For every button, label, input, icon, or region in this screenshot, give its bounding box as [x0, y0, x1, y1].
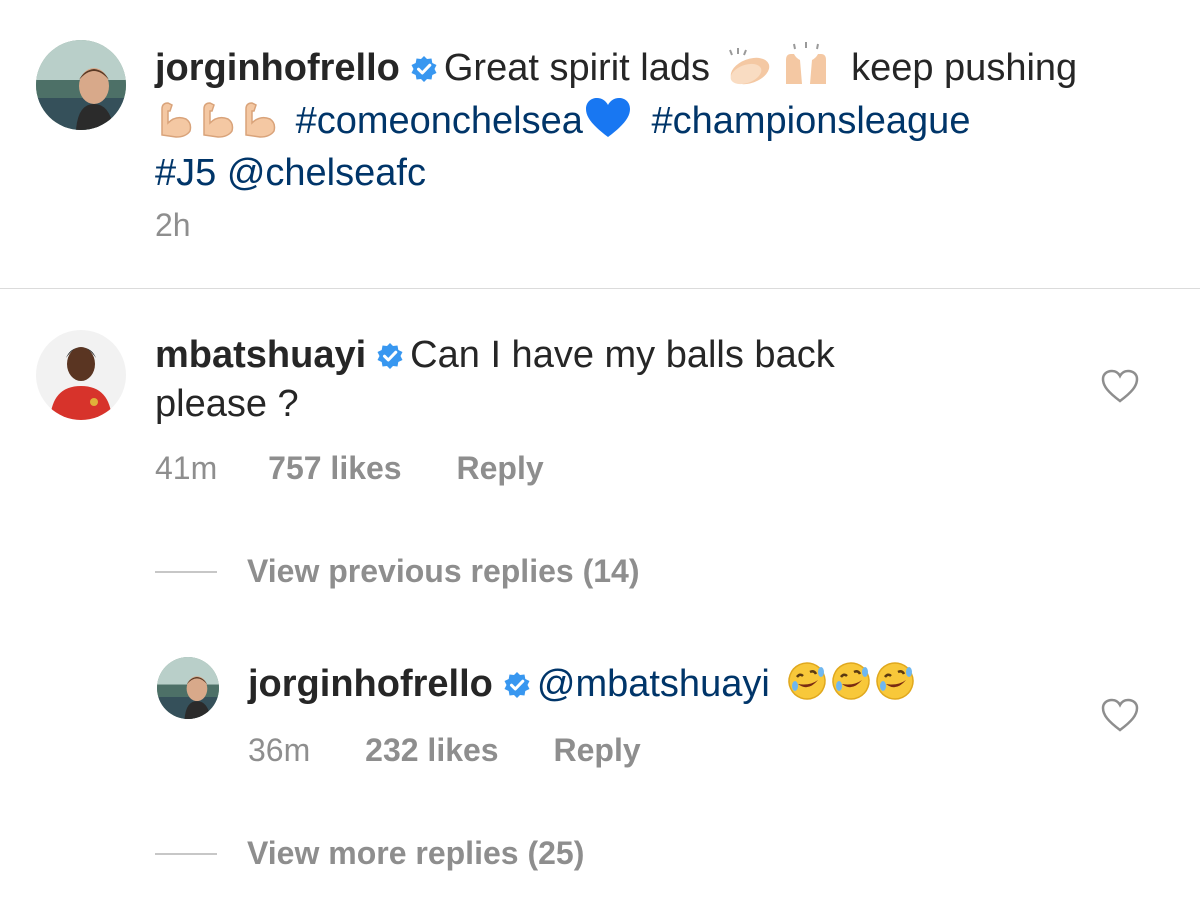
rofl-emoji-icon [830, 660, 872, 713]
flexed-biceps-icon [198, 99, 238, 150]
verified-badge-icon [410, 48, 438, 94]
mention-mbatshuayi[interactable]: @mbatshuayi [537, 663, 770, 705]
flexed-biceps-icon [156, 99, 196, 150]
heart-outline-icon[interactable] [1100, 697, 1140, 738]
verified-badge-icon [376, 335, 404, 381]
avatar-photo [36, 330, 126, 420]
view-previous-replies[interactable]: View previous replies (14) [155, 553, 639, 590]
reply-username[interactable]: jorginhofrello [248, 663, 493, 705]
comment-meta: 41m 757 likes Reply [155, 448, 544, 488]
reply-likes[interactable]: 232 likes [365, 730, 498, 770]
divider [0, 288, 1200, 289]
divider-line [155, 570, 217, 573]
clapping-hands-icon [722, 46, 778, 97]
comment-likes[interactable]: 757 likes [268, 448, 401, 488]
reply-time: 36m [248, 732, 311, 768]
rofl-emoji-icon [786, 660, 828, 713]
blue-heart-icon [584, 97, 632, 150]
view-more-replies[interactable]: View more replies (25) [155, 835, 584, 872]
post-caption: jorginhofrello Great spirit lads keep pus… [155, 42, 1175, 196]
reply-avatar[interactable] [157, 657, 219, 719]
hashtag-j5[interactable]: #J5 [155, 152, 216, 194]
post-avatar[interactable] [36, 40, 126, 130]
comment-text-line1: Can I have my balls back [410, 334, 835, 376]
rofl-emoji-icon [874, 660, 916, 713]
hashtag-championsleague[interactable]: #championsleague [651, 100, 970, 142]
divider-line [155, 852, 217, 855]
post-time: 2h [155, 207, 191, 243]
reply-reply-button[interactable]: Reply [553, 730, 640, 770]
comment-avatar[interactable] [36, 330, 126, 420]
comment-username[interactable]: mbatshuayi [155, 334, 366, 376]
flexed-biceps-icon [240, 99, 280, 150]
comment-body: mbatshuayi Can I have my balls back pleas… [155, 332, 1055, 427]
comment-time: 41m [155, 450, 218, 486]
view-previous-replies-label: View previous replies (14) [247, 553, 640, 589]
raising-hands-icon [780, 42, 832, 97]
post-username[interactable]: jorginhofrello [155, 47, 400, 89]
view-more-replies-label: View more replies (25) [247, 835, 585, 871]
mention-chelseafc[interactable]: @chelseafc [227, 152, 426, 194]
hashtag-comeonchelsea[interactable]: #comeonchelsea [296, 100, 583, 142]
post-timestamp: 2h [155, 205, 191, 245]
comment-reply-button[interactable]: Reply [456, 448, 543, 488]
verified-badge-icon [503, 664, 531, 710]
avatar-photo [157, 657, 219, 719]
caption-text-2: keep pushing [851, 47, 1078, 89]
caption-text: Great spirit lads [443, 47, 710, 89]
avatar-photo [36, 40, 126, 130]
heart-outline-icon[interactable] [1100, 368, 1140, 409]
reply-body: jorginhofrello @mbatshuayi [248, 660, 1048, 713]
reply-meta: 36m 232 likes Reply [248, 730, 641, 770]
comment-text-line2: please ? [155, 383, 299, 425]
